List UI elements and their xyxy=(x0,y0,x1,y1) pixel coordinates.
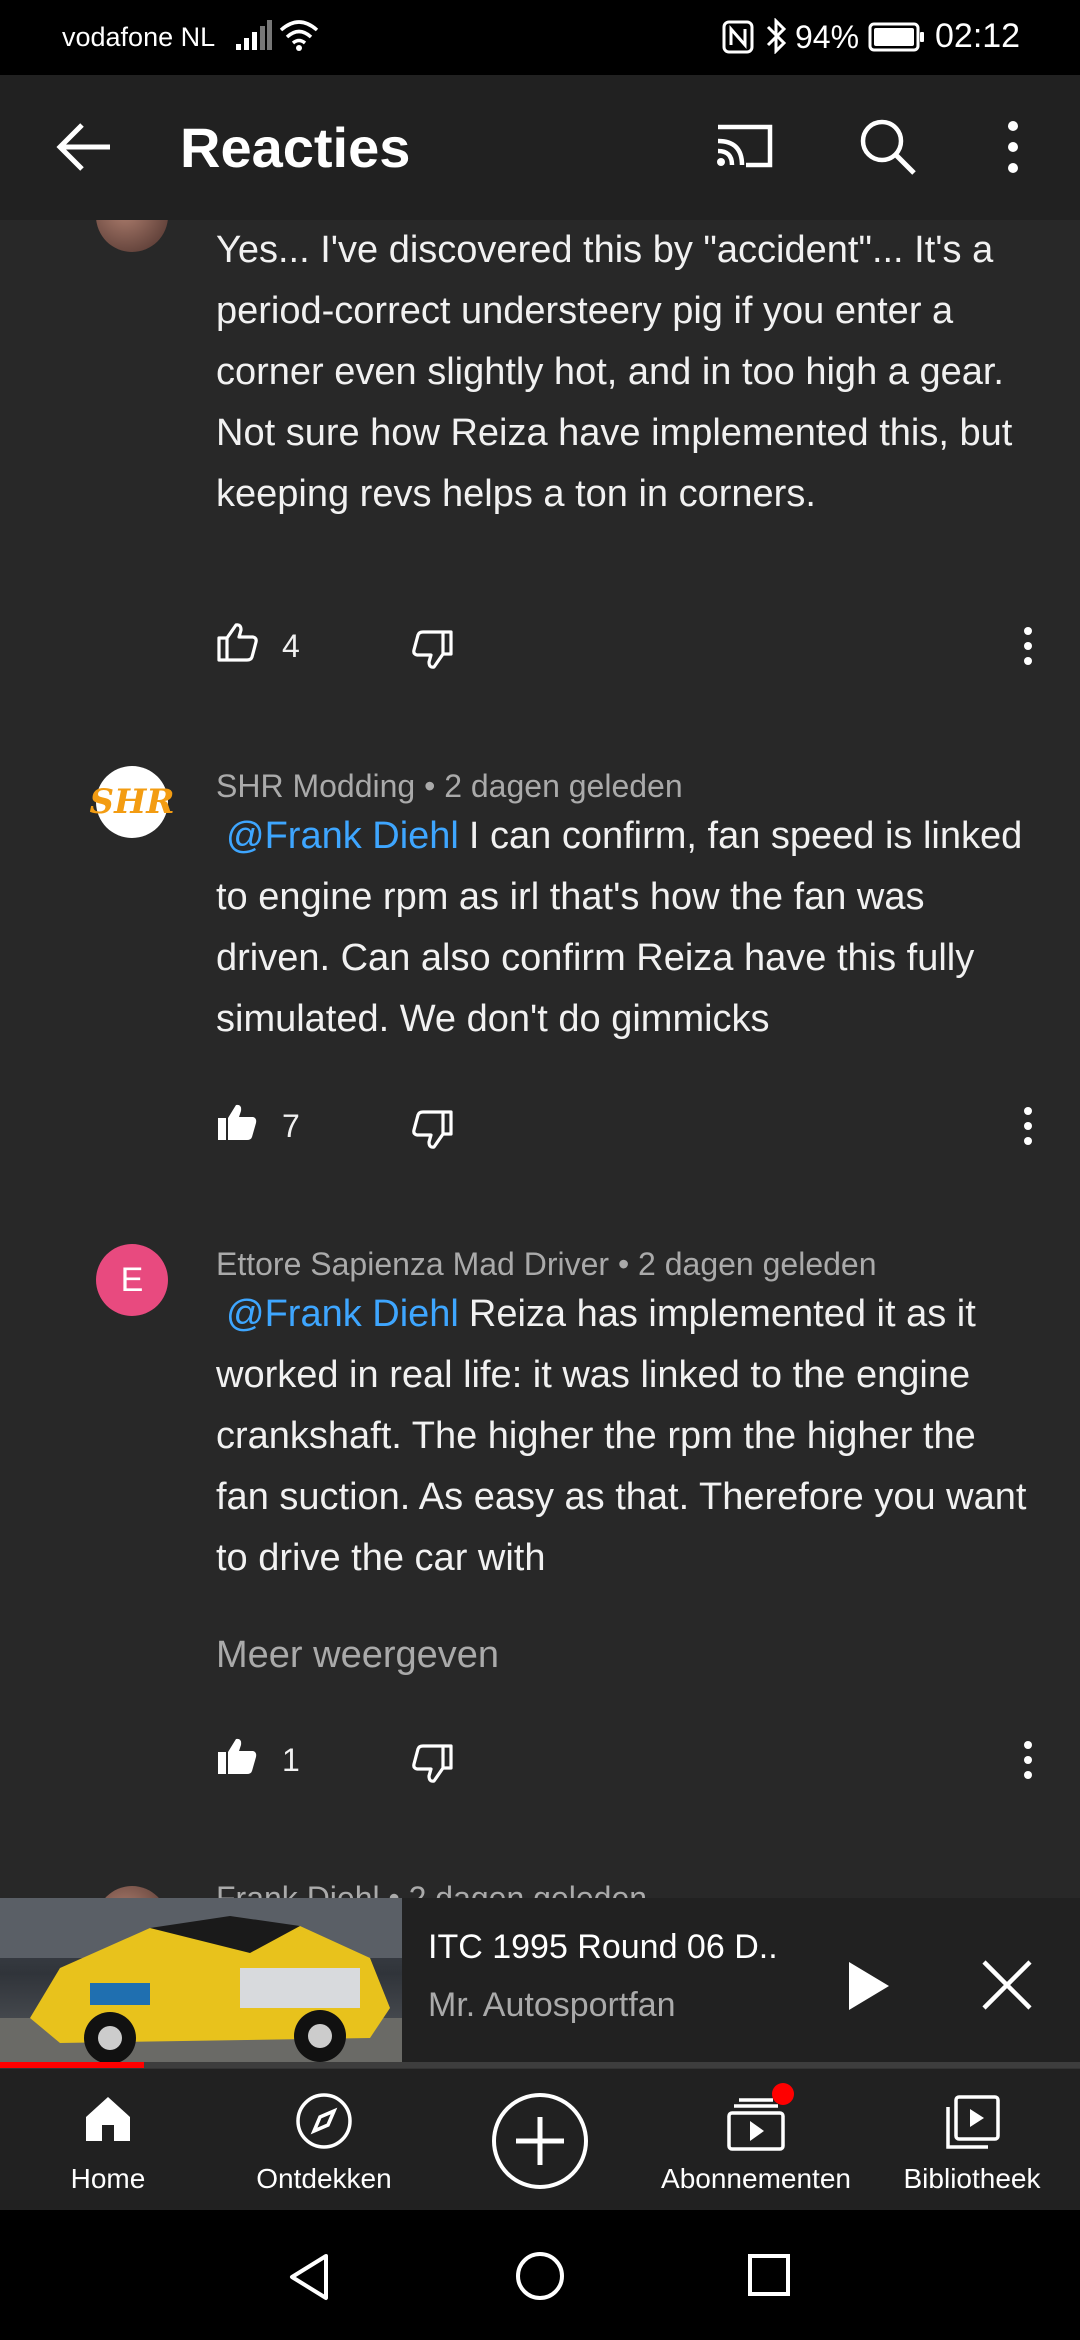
avatar[interactable]: E xyxy=(96,1244,168,1316)
comment-time: 2 dagen geleden xyxy=(408,1880,648,1898)
carrier-label: vodafone NL xyxy=(62,22,216,52)
back-arrow-icon[interactable] xyxy=(54,119,114,175)
thumb-up-filled-icon[interactable] xyxy=(216,1736,258,1776)
nfc-icon xyxy=(722,20,754,54)
nav-explore[interactable]: Ontdekken xyxy=(216,2069,432,2211)
more-vert-icon[interactable] xyxy=(1000,117,1026,177)
like-count: 1 xyxy=(282,1742,300,1778)
mention-link[interactable]: @Frank Diehl xyxy=(226,1293,459,1335)
nav-create[interactable] xyxy=(432,2069,648,2211)
meta-separator: • xyxy=(424,768,445,804)
bluetooth-icon xyxy=(766,18,787,54)
avatar[interactable] xyxy=(96,1886,168,1898)
thumb-down-outline-icon[interactable] xyxy=(412,630,454,670)
nav-subscriptions[interactable]: Abonnementen xyxy=(648,2069,864,2211)
nav-home[interactable]: Home xyxy=(0,2069,216,2211)
mini-player[interactable]: ITC 1995 Round 06 D.. Mr. Autosportfan xyxy=(0,1898,1080,2068)
like-count: 4 xyxy=(282,628,300,664)
more-vert-icon[interactable] xyxy=(1020,1106,1036,1146)
progress-fill xyxy=(0,2062,144,2068)
battery-icon xyxy=(868,22,924,52)
mini-player-channel: Mr. Autosportfan xyxy=(428,1986,676,2024)
comment-author[interactable]: SHR Modding xyxy=(216,768,415,804)
video-thumbnail[interactable] xyxy=(0,1898,402,2066)
page-title: Reacties xyxy=(180,116,411,179)
comment-list: Yes... I've discovered this by "accident… xyxy=(0,220,1080,1898)
app-bar: Reacties xyxy=(0,75,1080,220)
signal-icon xyxy=(236,20,272,50)
mini-player-title[interactable]: ITC 1995 Round 06 D.. xyxy=(428,1928,778,1967)
clock: 02:12 xyxy=(935,17,1021,55)
avatar-text: SHR xyxy=(89,782,175,822)
comment-actions: 1 xyxy=(216,1736,1046,1792)
library-icon xyxy=(946,2095,1000,2149)
mention-link[interactable]: @Frank Diehl xyxy=(226,815,459,857)
like-count: 7 xyxy=(282,1108,300,1144)
notification-badge xyxy=(772,2083,794,2105)
comment-meta: SHR Modding • 2 dagen geleden xyxy=(216,768,683,805)
avatar-text: E xyxy=(120,1260,144,1299)
thumb-down-outline-icon[interactable] xyxy=(412,1110,454,1150)
more-vert-icon[interactable] xyxy=(1020,1740,1036,1780)
comment-meta: Ettore Sapienza Mad Driver • 2 dagen gel… xyxy=(216,1246,877,1283)
comment-text: @Frank Diehl Reiza has implemented it as … xyxy=(216,1284,1036,1589)
battery-percent: 94% xyxy=(795,19,860,55)
system-back-icon[interactable] xyxy=(286,2252,332,2302)
subscriptions-icon xyxy=(727,2098,785,2151)
system-recents-icon[interactable] xyxy=(746,2252,792,2298)
more-vert-icon[interactable] xyxy=(1020,626,1036,666)
nav-label: Abonnementen xyxy=(661,2163,851,2194)
comment-author[interactable]: Ettore Sapienza Mad Driver xyxy=(216,1246,609,1282)
comment-text: Yes... I've discovered this by "accident… xyxy=(216,229,1013,515)
comment-meta: Frank Diehl • 2 dagen geleden xyxy=(216,1880,647,1898)
search-icon[interactable] xyxy=(858,117,918,177)
show-more-link[interactable]: Meer weergeven xyxy=(216,1634,499,1677)
create-plus-icon xyxy=(492,2093,588,2189)
comment-time: 2 dagen geleden xyxy=(638,1246,877,1282)
comment-text: @Frank Diehl I can confirm, fan speed is … xyxy=(216,806,1036,1050)
comment-actions: 7 xyxy=(216,1102,1046,1158)
thumb-up-outline-icon[interactable] xyxy=(216,622,258,662)
thumb-up-filled-icon[interactable] xyxy=(216,1102,258,1142)
wifi-icon xyxy=(279,20,319,51)
play-icon[interactable] xyxy=(845,1960,891,2012)
system-navigation-bar xyxy=(0,2210,1080,2340)
comment-author[interactable]: Frank Diehl xyxy=(216,1880,380,1898)
bottom-navigation: Home Ontdekken Abonnementen Bibliotheek xyxy=(0,2068,1080,2210)
comment-actions: 4 xyxy=(216,622,1046,678)
status-bar: vodafone NL 94% 02:12 xyxy=(0,0,1080,75)
thumb-down-outline-icon[interactable] xyxy=(412,1744,454,1784)
meta-separator: • xyxy=(388,1880,409,1898)
avatar[interactable] xyxy=(96,220,168,252)
nav-label: Ontdekken xyxy=(256,2163,392,2194)
cast-icon[interactable] xyxy=(712,121,776,171)
nav-library[interactable]: Bibliotheek xyxy=(864,2069,1080,2211)
mini-player-progress xyxy=(0,2062,1080,2068)
nav-label: Home xyxy=(70,2163,146,2194)
avatar[interactable]: SHR xyxy=(90,766,174,838)
nav-label: Bibliotheek xyxy=(903,2163,1041,2194)
compass-icon xyxy=(296,2093,352,2149)
comment-time: 2 dagen geleden xyxy=(444,768,683,804)
close-icon[interactable] xyxy=(980,1958,1034,2012)
meta-separator: • xyxy=(617,1246,639,1282)
race-car-image xyxy=(0,1898,402,2066)
home-icon xyxy=(86,2097,130,2141)
system-home-icon[interactable] xyxy=(514,2250,566,2302)
comment-body: Reiza has implemented it as it worked in… xyxy=(216,1293,1027,1579)
